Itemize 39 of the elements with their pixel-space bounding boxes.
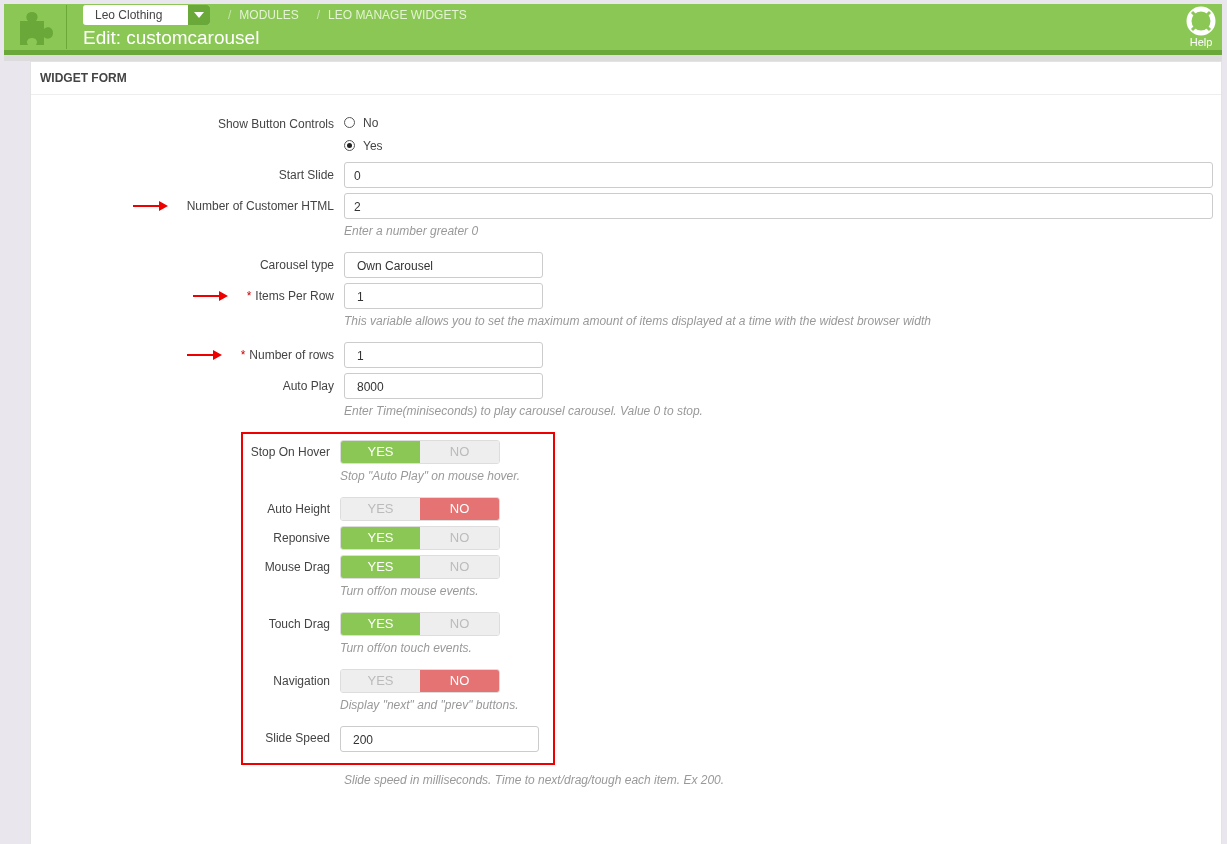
input-field[interactable]: 1 [344, 342, 543, 368]
shop-selector[interactable]: Leo Clothing [83, 5, 210, 25]
field-label: Slide Speed [265, 731, 330, 745]
breadcrumb-separator: / [228, 8, 232, 22]
field-label: Carousel type [259, 258, 334, 272]
required-mark: * [246, 289, 252, 303]
caret-icon [194, 12, 204, 18]
help-text: Enter Time(miniseconds) to play carousel carousel. Value 0 to stop. [344, 404, 704, 418]
input-field[interactable]: Own Carousel [344, 252, 543, 278]
help-text: This variable allows you to set the maximum amount of items displayed at a time with the widest browser width [344, 314, 932, 328]
field-label: Show Button Controls [217, 117, 334, 131]
help-text: Display "next" and "prev" buttons. [340, 698, 520, 712]
input-field[interactable]: 8000 [344, 373, 543, 399]
help-text: Stop "Auto Play" on mouse hover. [340, 469, 522, 483]
breadcrumb-separator: / [316, 8, 321, 22]
field-label: Number of rows [249, 348, 334, 362]
field-label: Auto Play [282, 379, 334, 393]
page-title: Edit: customcarousel [83, 27, 261, 49]
input-field[interactable]: 200 [340, 726, 539, 752]
field-label: Auto Height [267, 502, 330, 516]
input-field[interactable]: 0 [344, 162, 1213, 188]
input-field[interactable]: 1 [344, 283, 543, 309]
field-label: Start Slide [278, 168, 334, 182]
input-field[interactable]: 2 [344, 193, 1213, 219]
field-label: Items Per Row [255, 289, 334, 303]
field-label: Number of Customer HTML [186, 199, 334, 213]
field-label: Reponsive [273, 531, 330, 545]
field-label: Stop On Hover [250, 445, 330, 459]
field-label: Touch Drag [268, 617, 330, 631]
radio-option[interactable]: Yes [344, 134, 1213, 157]
help-text: Turn off/on mouse events. [340, 584, 480, 598]
help-text: Enter a number greater 0 [344, 224, 480, 238]
required-mark: * [240, 348, 246, 362]
field-label: Mouse Drag [264, 560, 330, 574]
help-text: Slide speed in milliseconds. Time to next/drag/tough each item. Ex 200. [344, 773, 726, 787]
field-label: Navigation [273, 674, 330, 688]
radio-option[interactable]: No [344, 111, 1213, 134]
help-text: Turn off/on touch events. [340, 641, 473, 655]
panel-title: WIDGET FORM [31, 62, 1221, 95]
